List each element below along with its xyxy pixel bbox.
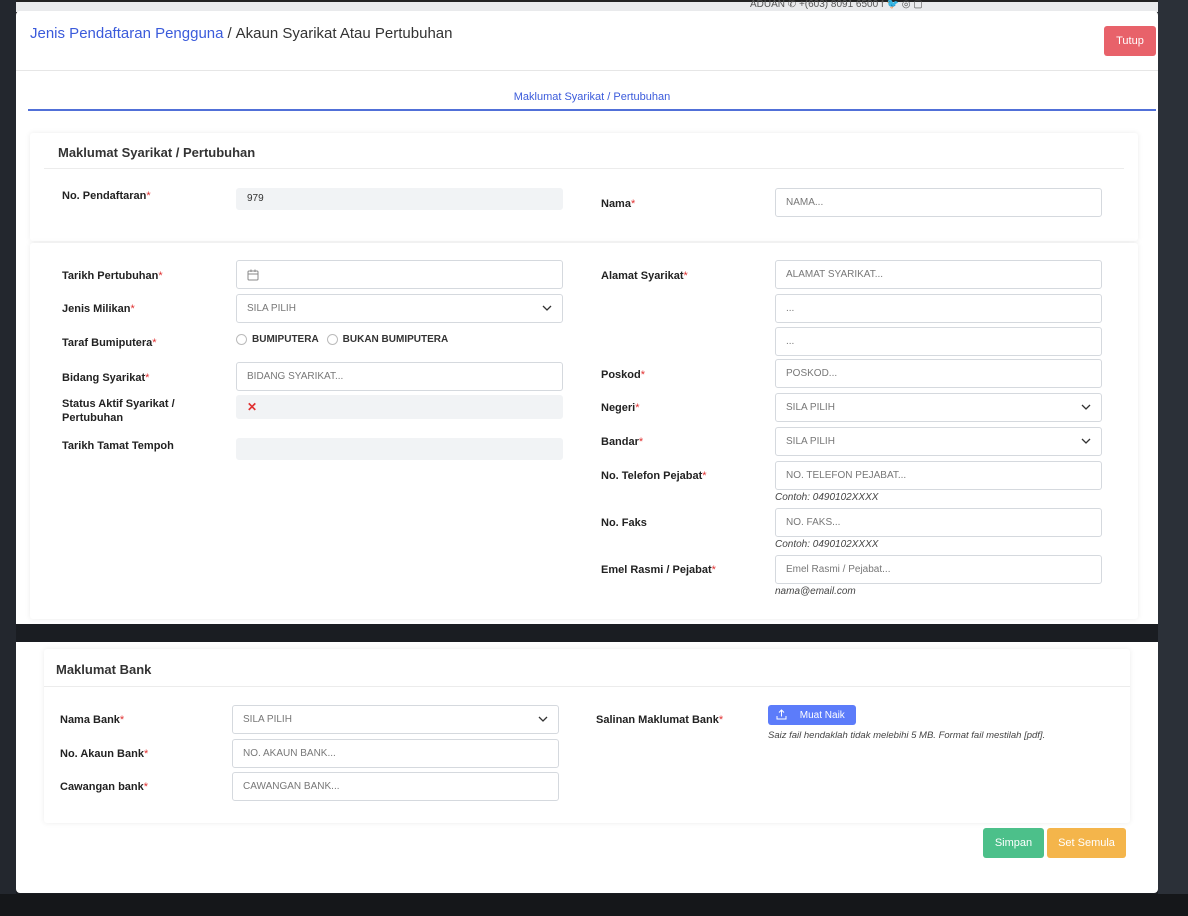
bumiputera-radio-group: BUMIPUTERA BUKAN BUMIPUTERA: [236, 334, 448, 345]
bukan-bumiputera-option-label: BUKAN BUMIPUTERA: [342, 334, 449, 345]
faks-input[interactable]: NO. FAKS...: [775, 508, 1102, 537]
tarikh-tamat-field: [236, 438, 563, 460]
card-divider: [44, 168, 1124, 169]
chevron-down-icon: [538, 716, 548, 722]
reset-button[interactable]: Set Semula: [1047, 828, 1126, 858]
status-aktif-field: ✕: [236, 395, 563, 419]
jenis-milikan-label: Jenis Milikan*: [62, 303, 135, 315]
calendar-icon[interactable]: [247, 269, 259, 281]
upload-label: Muat Naik: [799, 710, 845, 721]
faks-hint: Contoh: 0490102XXXX: [775, 539, 879, 550]
jenis-milikan-select[interactable]: SILA PILIH: [236, 294, 563, 323]
breadcrumb: Jenis Pendaftaran Pengguna / Akaun Syarika…: [30, 25, 452, 42]
upload-icon: [776, 709, 787, 720]
nama-label: Nama*: [601, 198, 636, 210]
upload-hint: Saiz fail hendaklah tidak melebihi 5 MB.…: [768, 730, 1046, 741]
backdrop-bottom: [0, 894, 1188, 916]
emel-input[interactable]: Emel Rasmi / Pejabat...: [775, 555, 1102, 584]
bank-card-title: Maklumat Bank: [56, 662, 152, 677]
save-button[interactable]: Simpan: [983, 828, 1044, 858]
breadcrumb-separator: /: [227, 25, 232, 42]
bukan-bumiputera-radio[interactable]: [326, 334, 338, 345]
backdrop-right: [1158, 0, 1188, 916]
chevron-down-icon: [542, 305, 552, 311]
alamat-line1-input[interactable]: ALAMAT SYARIKAT...: [775, 260, 1102, 289]
status-aktif-label: Status Aktif Syarikat / Pertubuhan: [62, 398, 175, 424]
poskod-label: Poskod*: [601, 369, 646, 381]
nama-bank-label: Nama Bank*: [60, 714, 125, 726]
akaun-bank-input[interactable]: NO. AKAUN BANK...: [232, 739, 559, 768]
salinan-bank-label: Salinan Maklumat Bank*: [596, 714, 724, 726]
taraf-bumiputera-label: Taraf Bumiputera*: [62, 337, 157, 349]
tarikh-pertubuhan-label: Tarikh Pertubuhan*: [62, 270, 163, 282]
bandar-label: Bandar*: [601, 436, 644, 448]
bank-info-card: Maklumat Bank Nama Bank* SILA PILIH No. …: [44, 649, 1130, 823]
registration-modal: Jenis Pendaftaran Pengguna / Akaun Syarika…: [16, 11, 1158, 893]
faks-label: No. Faks: [601, 517, 647, 529]
chevron-down-icon: [1081, 438, 1091, 444]
close-button[interactable]: Tutup: [1104, 26, 1156, 56]
bumiputera-radio[interactable]: [236, 334, 247, 345]
reg-no-label: No. Pendaftaran*: [62, 190, 151, 202]
cawangan-bank-input[interactable]: CAWANGAN BANK...: [232, 772, 559, 801]
nama-bank-select[interactable]: SILA PILIH: [232, 705, 559, 734]
cawangan-bank-label: Cawangan bank*: [60, 781, 149, 793]
company-info-card: Maklumat Syarikat / Pertubuhan No. Penda…: [30, 133, 1138, 241]
nama-bank-value: SILA PILIH: [243, 714, 292, 725]
jenis-milikan-value: SILA PILIH: [247, 303, 296, 314]
bumiputera-option-label: BUMIPUTERA: [252, 334, 319, 345]
card-divider: [44, 686, 1130, 687]
chevron-down-icon: [1081, 404, 1091, 410]
bandar-select[interactable]: SILA PILIH: [775, 427, 1102, 456]
close-icon: ✕: [247, 400, 258, 414]
bidang-syarikat-label: Bidang Syarikat*: [62, 372, 150, 384]
breadcrumb-link[interactable]: Jenis Pendaftaran Pengguna: [30, 25, 223, 42]
breadcrumb-current: Akaun Syarikat Atau Pertubuhan: [235, 25, 453, 42]
telefon-input[interactable]: NO. TELEFON PEJABAT...: [775, 461, 1102, 490]
tarikh-tamat-label: Tarikh Tamat Tempoh: [62, 440, 174, 452]
alamat-syarikat-label: Alamat Syarikat*: [601, 270, 688, 282]
poskod-input[interactable]: POSKOD...: [775, 359, 1102, 388]
reg-no-field: 979: [236, 188, 563, 210]
negeri-select[interactable]: SILA PILIH: [775, 393, 1102, 422]
backdrop-left: [0, 0, 16, 916]
emel-label: Emel Rasmi / Pejabat*: [601, 564, 716, 576]
upload-button[interactable]: Muat Naik: [768, 705, 856, 725]
company-details-card: Tarikh Pertubuhan* Jenis Milikan* SILA P…: [30, 243, 1138, 619]
negeri-value: SILA PILIH: [786, 402, 835, 413]
telefon-hint: Contoh: 0490102XXXX: [775, 492, 879, 503]
alamat-line2-input[interactable]: ...: [775, 294, 1102, 323]
negeri-label: Negeri*: [601, 402, 640, 414]
company-card-title: Maklumat Syarikat / Pertubuhan: [58, 145, 256, 160]
emel-hint: nama@email.com: [775, 586, 856, 597]
alamat-line3-input[interactable]: ...: [775, 327, 1102, 356]
bidang-syarikat-input[interactable]: BIDANG SYARIKAT...: [236, 362, 563, 391]
telefon-label: No. Telefon Pejabat*: [601, 470, 707, 482]
backdrop-contact-text: ADUAN ✆ +(603) 8091 6500 f 🐦 ◎ ▢: [750, 0, 923, 10]
tarikh-pertubuhan-input[interactable]: [236, 260, 563, 289]
nama-input[interactable]: NAMA...: [775, 188, 1102, 217]
screenshot-seam: [16, 624, 1158, 642]
akaun-bank-label: No. Akaun Bank*: [60, 748, 149, 760]
bandar-value: SILA PILIH: [786, 436, 835, 447]
tab-maklumat-syarikat[interactable]: Maklumat Syarikat / Pertubuhan: [28, 85, 1156, 111]
modal-header: Jenis Pendaftaran Pengguna / Akaun Syarika…: [16, 11, 1158, 71]
